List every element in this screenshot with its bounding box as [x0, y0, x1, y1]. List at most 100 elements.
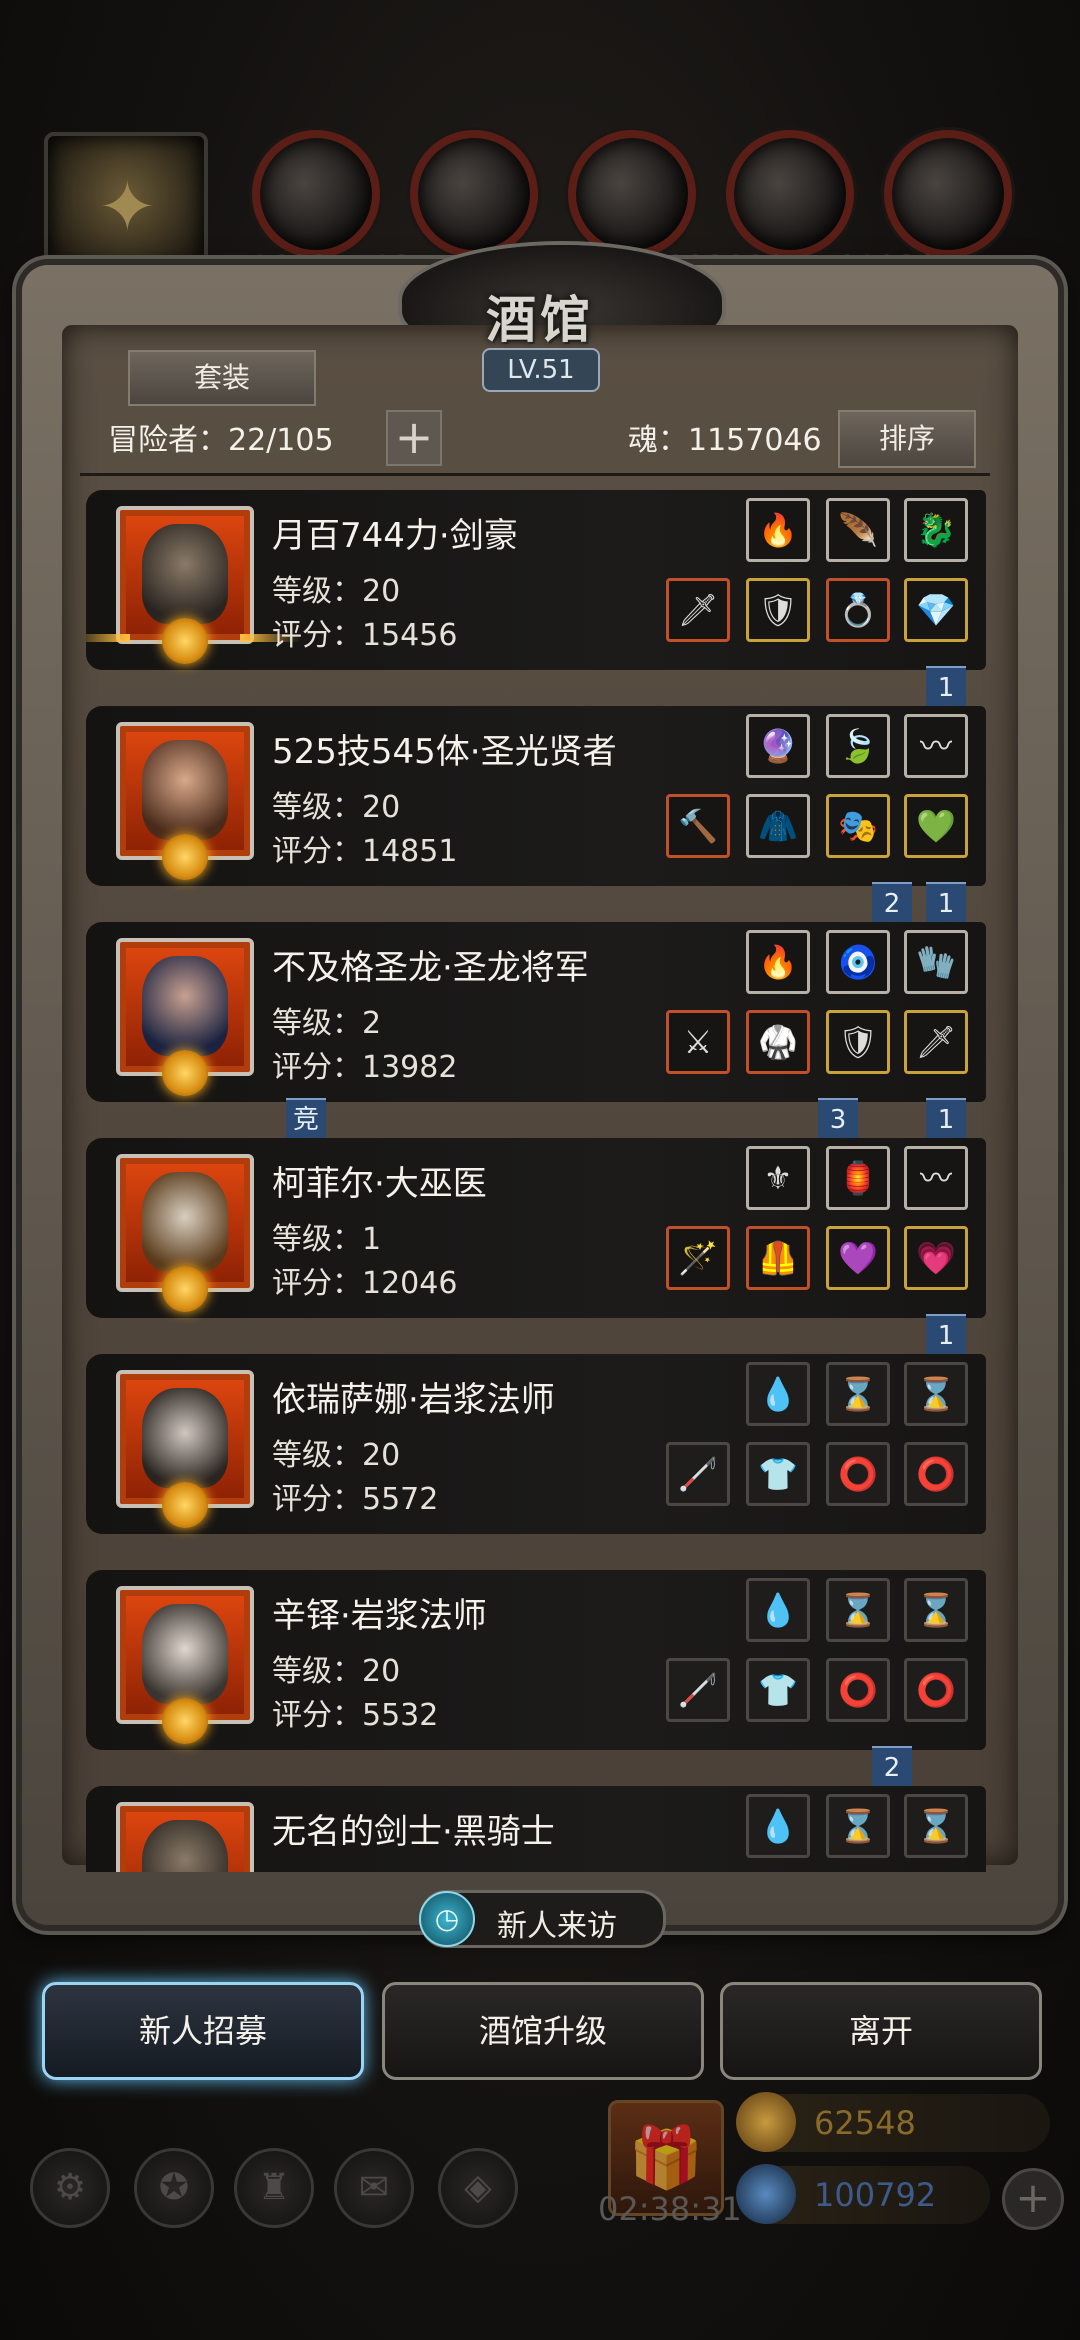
- leaf-skill-icon[interactable]: 🍃: [826, 714, 890, 778]
- empty-ring-slot-icon[interactable]: ⭕: [904, 1442, 968, 1506]
- fire-skill-icon[interactable]: 🔥: [746, 498, 810, 562]
- empty-armor-slot-icon[interactable]: 👕: [746, 1442, 810, 1506]
- general-face-icon: [142, 956, 228, 1056]
- empty-hourglass-slot-icon[interactable]: ⌛: [904, 1794, 968, 1858]
- emblem-skill-icon[interactable]: ⚜: [746, 1146, 810, 1210]
- robe-slot-icon[interactable]: 🧥: [746, 794, 810, 858]
- adventurer-row[interactable]: 柯菲尔·大巫医 等级：1 评分：12046 ⚜ 🏮 〰 🪄 🦺 💜 💗: [86, 1138, 986, 1318]
- empty-ring-slot-icon[interactable]: ⭕: [904, 1658, 968, 1722]
- adventurer-level: 等级：1: [272, 1222, 382, 1257]
- amulet-skill-icon[interactable]: 🧿: [826, 930, 890, 994]
- ring-slot-icon[interactable]: 💍: [826, 578, 890, 642]
- empty-hourglass-slot-icon[interactable]: ⌛: [904, 1578, 968, 1642]
- empty-drop-slot-icon[interactable]: 💧: [746, 1794, 810, 1858]
- empty-drop-slot-icon[interactable]: 💧: [746, 1362, 810, 1426]
- adventurer-portrait[interactable]: [116, 722, 254, 880]
- gold-bar: 62548: [736, 2092, 1050, 2152]
- mage-face-icon: [142, 1388, 228, 1488]
- empty-hourglass-slot-icon[interactable]: ⌛: [826, 1578, 890, 1642]
- empty-hourglass-slot-icon[interactable]: ⌛: [826, 1362, 890, 1426]
- accessory-slot-icon[interactable]: 💎: [904, 578, 968, 642]
- gold-coin-icon: [736, 2092, 796, 2152]
- adventurer-row[interactable]: 依瑞萨娜·岩浆法师 等级：20 评分：5572 💧 ⌛ ⌛ 🦯 👕 ⭕ ⭕: [86, 1354, 986, 1534]
- adventurer-name: 无名的剑士·黑骑士: [272, 1812, 555, 1852]
- empty-staff-slot-icon[interactable]: 🦯: [666, 1658, 730, 1722]
- mask-slot-icon[interactable]: 🎭: [826, 794, 890, 858]
- gold-value: 62548: [814, 2104, 916, 2142]
- sword-slot-icon[interactable]: ⚔: [666, 1010, 730, 1074]
- upgrade-tavern-button[interactable]: 酒馆升级: [382, 1982, 704, 2080]
- dragon-skill-icon[interactable]: 🐉: [904, 498, 968, 562]
- adventurer-row[interactable]: 无名的剑士·黑骑士 💧 ⌛ ⌛: [86, 1786, 986, 1872]
- empty-hourglass-slot-icon[interactable]: ⌛: [904, 1362, 968, 1426]
- heart-pendant-slot-icon[interactable]: 💗: [904, 1226, 968, 1290]
- gem-bar: 100792: [736, 2164, 990, 2224]
- elf-face-icon: [142, 1604, 228, 1704]
- gear-icon[interactable]: ⚙: [30, 2148, 110, 2228]
- empty-ring-slot-icon[interactable]: ⭕: [826, 1658, 890, 1722]
- vest-slot-icon[interactable]: 🦺: [746, 1226, 810, 1290]
- gem-value: 100792: [814, 2176, 937, 2214]
- castle-icon[interactable]: ♜: [234, 2148, 314, 2228]
- empty-ring-slot-icon[interactable]: ⭕: [826, 1442, 890, 1506]
- new-visitor-label: 新人来访: [497, 1909, 617, 1944]
- gem-slot-icon[interactable]: 💚: [904, 794, 968, 858]
- gem-icon: [736, 2164, 796, 2224]
- empty-armor-slot-icon[interactable]: 👕: [746, 1658, 810, 1722]
- new-visitor-bar[interactable]: ◷ 新人来访: [419, 1890, 666, 1948]
- feather-skill-icon[interactable]: 🪶: [826, 498, 890, 562]
- empty-hourglass-slot-icon[interactable]: ⌛: [826, 1794, 890, 1858]
- leave-button[interactable]: 离开: [720, 1982, 1042, 2080]
- adventurer-row[interactable]: 525技545体·圣光贤者 等级：20 评分：14851 🔮 🍃 〰 🔨 🧥 🎭…: [86, 706, 986, 886]
- orb-skill-icon[interactable]: 🔮: [746, 714, 810, 778]
- rank-emblem-icon: [162, 834, 208, 880]
- soul-count: 魂：1157046: [628, 423, 822, 458]
- mail-icon[interactable]: ✉: [334, 2148, 414, 2228]
- shaman-face-icon: [142, 1172, 228, 1272]
- adventurer-portrait[interactable]: [116, 1586, 254, 1744]
- wood-resource-icon[interactable]: [410, 130, 538, 258]
- empty-staff-slot-icon[interactable]: 🦯: [666, 1442, 730, 1506]
- suit-button[interactable]: 套装: [128, 350, 316, 406]
- staff-slot-icon[interactable]: 🪄: [666, 1226, 730, 1290]
- sort-button[interactable]: 排序: [838, 410, 976, 468]
- purple-ring-slot-icon[interactable]: 💜: [826, 1226, 890, 1290]
- adventurer-count: 冒险者：22/105: [108, 423, 334, 458]
- expand-capacity-button[interactable]: +: [386, 410, 442, 466]
- adventurer-level: 等级：20: [272, 790, 401, 825]
- adventurer-row[interactable]: 月百744力·剑豪 等级：20 评分：15456 🔥 🪶 🐉 🗡 🛡 💍 💎: [86, 490, 986, 670]
- adventurer-portrait[interactable]: [116, 1802, 254, 1872]
- stone-resource-icon[interactable]: [568, 130, 696, 258]
- adventurer-portrait[interactable]: [116, 1154, 254, 1312]
- weapon-slot-icon[interactable]: 🗡: [666, 578, 730, 642]
- lantern-skill-icon[interactable]: 🏮: [826, 1146, 890, 1210]
- adventurer-portrait[interactable]: [116, 1370, 254, 1528]
- empty-drop-slot-icon[interactable]: 💧: [746, 1578, 810, 1642]
- recruit-button[interactable]: 新人招募: [42, 1982, 364, 2080]
- map-icon[interactable]: ◈: [438, 2148, 518, 2228]
- shield-slot-icon[interactable]: 🛡: [826, 1010, 890, 1074]
- adventurer-name: 525技545体·圣光贤者: [272, 732, 617, 772]
- fire-skill-icon[interactable]: 🔥: [746, 930, 810, 994]
- adventurer-row[interactable]: 辛铎·岩浆法师 等级：20 评分：5532 💧 ⌛ ⌛ 🦯 👕 ⭕ ⭕: [86, 1570, 986, 1750]
- crystal-resource-icon[interactable]: [726, 130, 854, 258]
- add-currency-button[interactable]: +: [1002, 2168, 1064, 2230]
- star-icon[interactable]: ✪: [134, 2148, 214, 2228]
- chest-armor-slot-icon[interactable]: 🥋: [746, 1010, 810, 1074]
- adventurer-name: 依瑞萨娜·岩浆法师: [272, 1380, 555, 1420]
- whip-skill-icon[interactable]: 〰: [904, 1146, 968, 1210]
- dagger-slot-icon[interactable]: 🗡: [904, 1010, 968, 1074]
- adventurer-list[interactable]: 月百744力·剑豪 等级：20 评分：15456 🔥 🪶 🐉 🗡 🛡 💍 💎 1…: [86, 490, 986, 1872]
- whip-skill-icon[interactable]: 〰: [904, 714, 968, 778]
- adventurer-level: 等级：20: [272, 1438, 401, 1473]
- hammer-slot-icon[interactable]: 🔨: [666, 794, 730, 858]
- armor-slot-icon[interactable]: 🛡: [746, 578, 810, 642]
- adventurer-portrait[interactable]: [86, 506, 300, 664]
- adventurer-level: 等级：2: [272, 1006, 382, 1041]
- adventurer-row[interactable]: 不及格圣龙·圣龙将军 等级：2 评分：13982 🔥 🧿 🧤 ⚔ 🥋 🛡 🗡: [86, 922, 986, 1102]
- iron-resource-icon[interactable]: [884, 130, 1012, 258]
- adventurer-name: 辛铎·岩浆法师: [272, 1596, 487, 1636]
- meat-resource-icon[interactable]: [252, 130, 380, 258]
- gauntlet-skill-icon[interactable]: 🧤: [904, 930, 968, 994]
- adventurer-portrait[interactable]: [116, 938, 254, 1096]
